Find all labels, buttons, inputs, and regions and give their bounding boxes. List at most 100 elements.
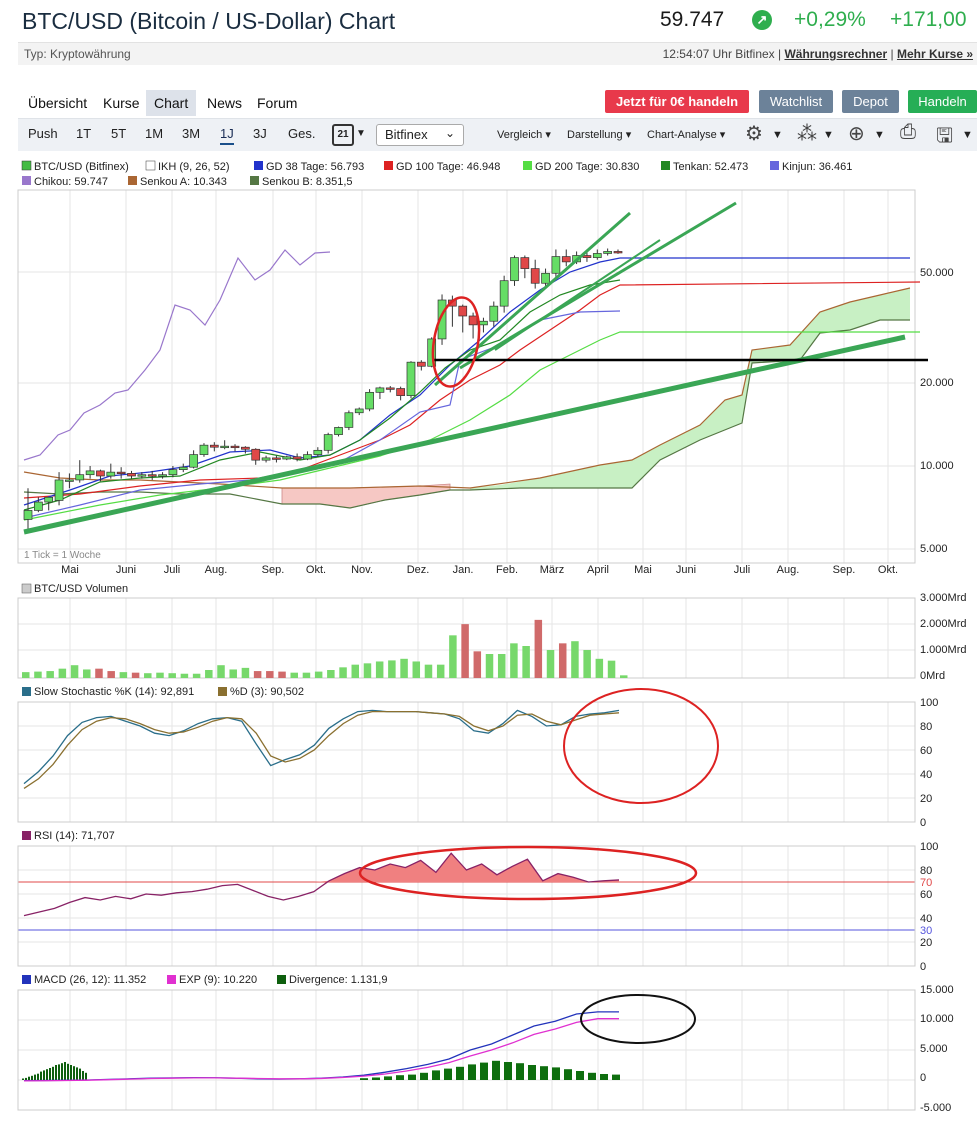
tab-uebersicht[interactable]: Übersicht — [20, 90, 95, 116]
volume-bar — [156, 672, 164, 678]
volume-bar — [180, 673, 189, 678]
range-ges[interactable]: Ges. — [288, 126, 315, 141]
candle — [303, 454, 312, 460]
volume-bar — [449, 635, 457, 678]
divergence-bar — [612, 1074, 620, 1080]
range-1t[interactable]: 1T — [76, 126, 91, 141]
volume-bar — [571, 641, 579, 678]
exchange-value: Bitfinex — [385, 127, 428, 142]
candle — [313, 449, 323, 455]
darstellung-menu[interactable]: Darstellung ▾ — [567, 128, 631, 141]
divergence-bar — [600, 1074, 608, 1080]
chart-analyse-menu[interactable]: Chart-Analyse ▾ — [647, 128, 725, 141]
x-axis: Mai Juni Juli Aug. Sep. Okt. Nov. Dez. Jan. Feb. M… — [61, 564, 898, 576]
chevron-down-icon[interactable]: ▼ — [962, 129, 973, 141]
volume-bar — [327, 670, 335, 678]
macd-title: MACD (26, 12): 11.352 — [34, 974, 146, 986]
volume-bar — [241, 667, 250, 678]
chevron-down-icon[interactable]: ▼ — [874, 129, 885, 141]
candle — [416, 361, 426, 367]
watchlist-button[interactable]: Watchlist — [759, 90, 833, 113]
volume-bar — [620, 675, 628, 678]
volume-bar — [412, 661, 421, 678]
x-tick: Aug. — [205, 564, 228, 576]
exchange-select[interactable]: Bitfinex ⌄ — [376, 124, 464, 146]
handeln-button[interactable]: Handeln — [908, 90, 977, 113]
divergence-title: Divergence: 1.131,9 — [289, 974, 387, 986]
tab-chart[interactable]: Chart — [146, 90, 196, 116]
candle — [189, 454, 198, 468]
stoch-y-axis: 100 80 60 40 20 0 — [920, 697, 938, 829]
tab-kurse[interactable]: Kurse — [95, 90, 148, 116]
currency-converter-link[interactable]: Währungsrechner — [784, 47, 887, 61]
network-icon[interactable]: ⁂ — [797, 121, 817, 146]
vergleich-menu[interactable]: Vergleich ▾ — [497, 128, 551, 141]
stoch-d-title: %D (3): 90,502 — [230, 686, 304, 698]
volume-bar — [302, 672, 311, 678]
candle — [147, 474, 157, 477]
more-quotes-link[interactable]: Mehr Kurse » — [897, 47, 973, 61]
candle — [375, 387, 385, 393]
divergence-bar — [43, 1070, 45, 1080]
tab-forum[interactable]: Forum — [249, 90, 305, 116]
volume-bar — [107, 671, 115, 678]
candle — [561, 256, 571, 263]
senkou-a-line — [23, 287, 911, 489]
candle — [85, 470, 95, 476]
y-tick: 10.000 — [920, 460, 954, 472]
print-icon[interactable]: ⎙ — [900, 121, 916, 144]
chevron-down-icon: ⌄ — [444, 126, 455, 140]
volume-bar — [83, 669, 91, 678]
chevron-down-icon[interactable]: ▼ — [823, 129, 834, 141]
calendar-icon[interactable]: 21 — [332, 124, 354, 146]
divergence-bar — [492, 1060, 500, 1080]
tab-news[interactable]: News — [199, 90, 250, 116]
volume-bar — [388, 660, 396, 678]
range-3j[interactable]: 3J — [253, 126, 267, 141]
annotation-circle — [563, 688, 719, 804]
range-1m[interactable]: 1M — [145, 126, 163, 141]
divergence-bar — [480, 1062, 488, 1080]
range-3m[interactable]: 3M — [182, 126, 200, 141]
volume-bar — [583, 650, 591, 678]
divergence-bar — [31, 1075, 33, 1080]
range-push[interactable]: Push — [28, 126, 58, 141]
volume-bar — [168, 673, 176, 678]
candle — [603, 251, 612, 254]
candle — [592, 253, 602, 258]
candle — [199, 444, 209, 455]
candle — [479, 320, 488, 326]
divergence-bar — [85, 1072, 87, 1080]
exp-title: EXP (9): 10.220 — [179, 974, 257, 986]
volume-bar — [46, 671, 54, 678]
candle — [489, 305, 499, 322]
divergence-bar — [46, 1069, 48, 1080]
arrow-up-right-icon: ↗ — [752, 10, 772, 30]
divergence-bar — [79, 1068, 81, 1080]
rsi-overbought-fill — [24, 853, 619, 882]
chevron-down-icon[interactable]: ▼ — [772, 129, 783, 141]
range-1j[interactable]: 1J — [220, 126, 234, 145]
candle — [241, 446, 250, 450]
volume-bar — [70, 665, 79, 678]
legend-swatch — [145, 160, 156, 171]
y-tick: 100 — [920, 841, 938, 853]
candle — [613, 251, 623, 254]
trade-free-button[interactable]: Jetzt für 0€ handeln — [605, 90, 749, 113]
info-bar-right: 12:54:07 Uhr Bitfinex | Währungsrechner … — [663, 47, 973, 61]
volume-bar — [595, 658, 604, 678]
legend-tenkan: Tenkan: 52.473 — [673, 161, 748, 173]
x-tick: Mai — [61, 564, 79, 576]
divergence-bar — [420, 1072, 428, 1080]
main-y-axis: 50.000 20.000 10.000 5.000 — [920, 267, 954, 555]
divergence-bar — [22, 1078, 24, 1080]
chevron-down-icon[interactable]: ▼ — [356, 128, 366, 139]
candle — [220, 445, 230, 449]
x-tick: Okt. — [878, 564, 898, 576]
legend-btc: BTC/USD (Bitfinex) — [34, 161, 129, 173]
volume-bar — [205, 670, 213, 678]
range-5t[interactable]: 5T — [111, 126, 126, 141]
zoom-in-icon[interactable]: ⊕ — [848, 121, 865, 146]
depot-button[interactable]: Depot — [842, 90, 899, 113]
gear-icon[interactable]: ⚙ — [745, 121, 763, 146]
